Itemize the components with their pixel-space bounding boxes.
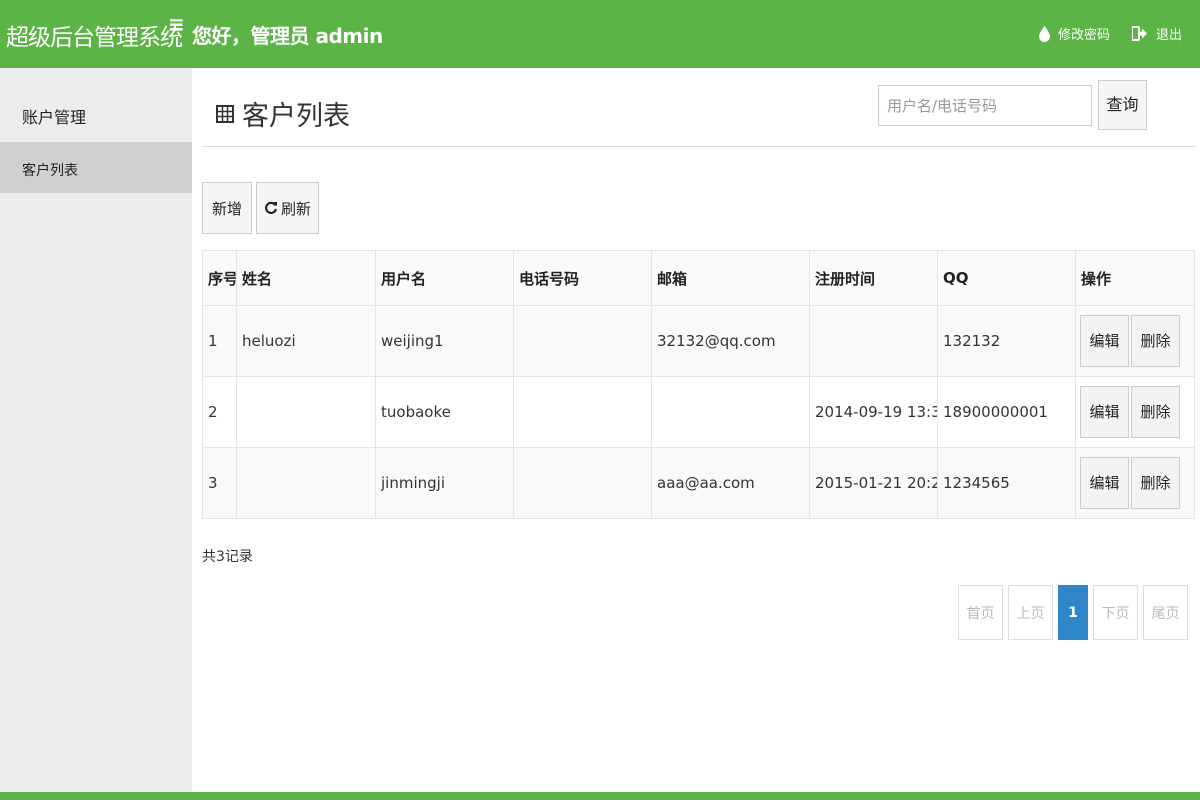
page-title: 客户列表	[216, 94, 350, 133]
cell-phone	[513, 305, 652, 377]
change-password-label: 修改密码	[1057, 28, 1110, 43]
edit-button[interactable]: 编辑	[1080, 457, 1129, 509]
col-header-actions: 操作	[1075, 250, 1195, 306]
cell-username: weijing1	[375, 305, 514, 377]
main-content: 客户列表 查询 新增 刷新 序号 姓名 用户名 电话号码 邮箱 注册时间 QQ …	[192, 68, 1200, 792]
search-input[interactable]	[878, 85, 1092, 126]
title-divider	[202, 146, 1196, 147]
app-brand[interactable]: 超级后台管理系统	[6, 18, 183, 52]
table-row: 2 tuobaoke 2014-09-19 13:31 18900000001 …	[202, 376, 1195, 448]
cell-registered: 2014-09-19 13:31	[809, 376, 938, 448]
cell-username: jinmingji	[375, 447, 514, 519]
cell-index: 3	[202, 447, 237, 519]
table-row: 3 jinmingji aaa@aa.com 2015-01-21 20:26 …	[202, 447, 1195, 519]
cell-name: heluozi	[236, 305, 376, 377]
delete-button[interactable]: 删除	[1131, 386, 1180, 438]
table-row: 1 heluozi weijing1 32132@qq.com 132132 编…	[202, 305, 1195, 377]
search-button[interactable]: 查询	[1098, 80, 1147, 130]
page-current[interactable]: 1	[1058, 585, 1088, 640]
page-last[interactable]: 尾页	[1143, 585, 1188, 640]
cell-registered	[809, 305, 938, 377]
top-header: 超级后台管理系统 ≡ 您好，管理员 admin 修改密码 退出	[0, 0, 1200, 68]
cell-actions: 编辑 删除	[1075, 447, 1195, 519]
add-button[interactable]: 新增	[202, 182, 252, 234]
sign-out-icon	[1131, 26, 1148, 41]
change-password-link[interactable]: 修改密码	[1038, 24, 1110, 43]
cell-email	[651, 376, 810, 448]
page-prev[interactable]: 上页	[1008, 585, 1053, 640]
sidebar: 账户管理 客户列表	[0, 68, 192, 792]
col-header-name: 姓名	[236, 250, 376, 306]
col-header-phone: 电话号码	[513, 250, 652, 306]
cell-phone	[513, 447, 652, 519]
cell-index: 2	[202, 376, 237, 448]
cell-actions: 编辑 删除	[1075, 305, 1195, 377]
delete-button[interactable]: 删除	[1131, 315, 1180, 367]
pagination: 首页 上页 1 下页 尾页	[958, 585, 1193, 640]
edit-button[interactable]: 编辑	[1080, 386, 1129, 438]
cell-name	[236, 376, 376, 448]
table-header-row: 序号 姓名 用户名 电话号码 邮箱 注册时间 QQ 操作	[202, 250, 1195, 306]
col-header-registered: 注册时间	[809, 250, 938, 306]
cell-actions: 编辑 删除	[1075, 376, 1195, 448]
delete-button[interactable]: 删除	[1131, 457, 1180, 509]
cell-username: tuobaoke	[375, 376, 514, 448]
cell-qq: 1234565	[937, 447, 1076, 519]
page-next[interactable]: 下页	[1093, 585, 1138, 640]
cell-email: 32132@qq.com	[651, 305, 810, 377]
col-header-email: 邮箱	[651, 250, 810, 306]
cell-qq: 18900000001	[937, 376, 1076, 448]
logout-link[interactable]: 退出	[1131, 24, 1182, 43]
col-header-index: 序号	[202, 250, 237, 306]
cell-registered: 2015-01-21 20:26	[809, 447, 938, 519]
droplet-icon	[1038, 25, 1050, 42]
menu-toggle-icon[interactable]: ≡	[168, 12, 185, 36]
cell-email: aaa@aa.com	[651, 447, 810, 519]
col-header-username: 用户名	[375, 250, 514, 306]
refresh-icon	[264, 201, 278, 215]
header-actions: 修改密码 退出	[1017, 24, 1182, 43]
cell-index: 1	[202, 305, 237, 377]
col-header-qq: QQ	[937, 250, 1076, 306]
welcome-text: 您好，管理员 admin	[192, 24, 383, 48]
table-icon	[216, 104, 234, 123]
cell-name	[236, 447, 376, 519]
refresh-button[interactable]: 刷新	[256, 182, 319, 234]
page-first[interactable]: 首页	[958, 585, 1003, 640]
logout-label: 退出	[1155, 28, 1182, 43]
page-title-text: 客户列表	[242, 101, 350, 132]
edit-button[interactable]: 编辑	[1080, 315, 1129, 367]
refresh-button-label: 刷新	[280, 199, 311, 218]
cell-qq: 132132	[937, 305, 1076, 377]
sidebar-item-customer-list[interactable]: 客户列表	[0, 142, 192, 193]
add-button-label: 新增	[211, 199, 242, 218]
sidebar-section-account[interactable]: 账户管理	[22, 104, 86, 128]
record-count: 共3记录	[202, 549, 253, 565]
customer-table: 序号 姓名 用户名 电话号码 邮箱 注册时间 QQ 操作 1 heluozi w…	[202, 250, 1195, 519]
bottom-bar	[0, 792, 1200, 800]
cell-phone	[513, 376, 652, 448]
